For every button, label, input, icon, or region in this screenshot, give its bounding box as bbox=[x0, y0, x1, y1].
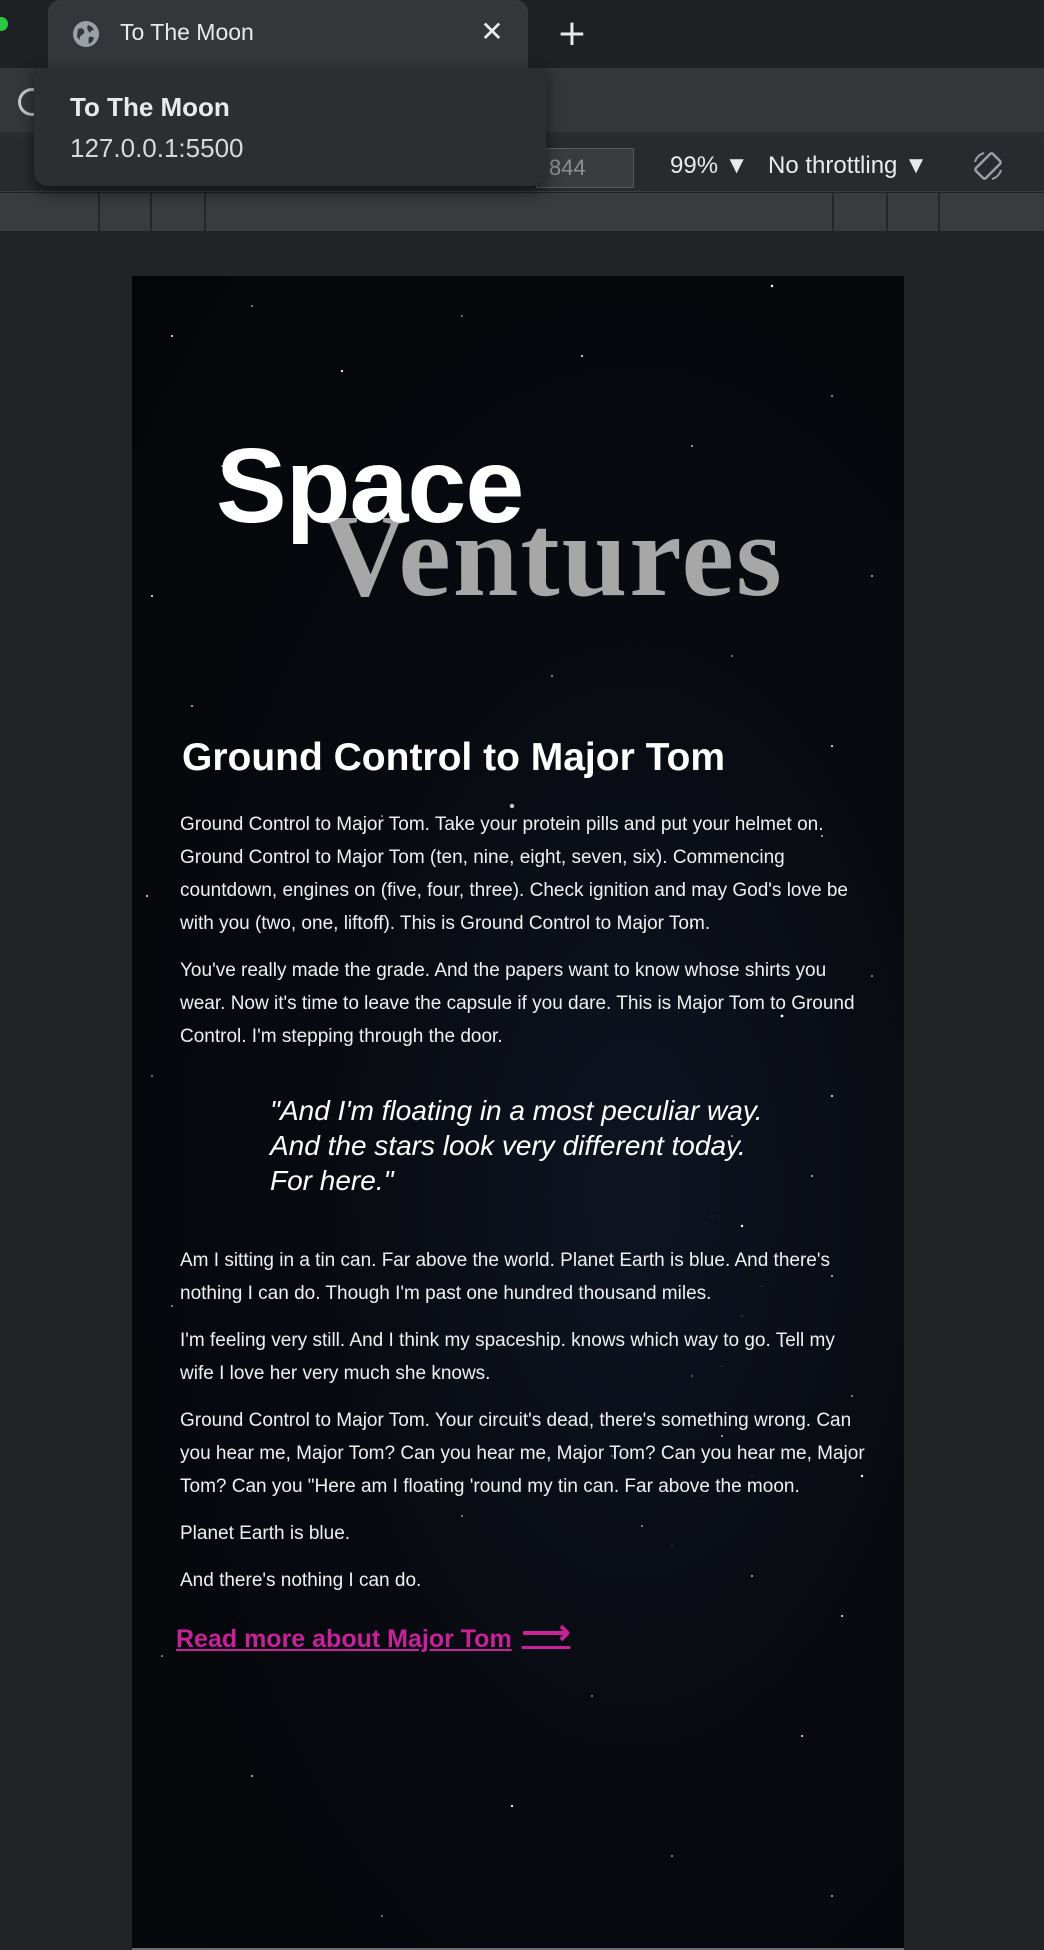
hover-card-title: To The Moon bbox=[70, 92, 230, 122]
browser-tab[interactable]: To The Moon ✕ bbox=[48, 0, 528, 68]
window-maximize-dot[interactable] bbox=[0, 17, 8, 31]
ruler-segment[interactable] bbox=[206, 193, 834, 231]
article: Ground Control to Major Tom Ground Contr… bbox=[176, 736, 870, 1659]
ruler-segment[interactable] bbox=[0, 193, 100, 231]
close-tab-icon[interactable]: ✕ bbox=[476, 16, 508, 48]
ruler-segment[interactable] bbox=[834, 193, 888, 231]
tab-hover-card: To The Moon 127.0.0.1:5500 bbox=[34, 68, 546, 186]
arrow-right-icon: ⟶ bbox=[521, 1614, 571, 1652]
height-input[interactable]: 844 bbox=[536, 148, 634, 188]
globe-icon bbox=[73, 21, 99, 47]
new-tab-button[interactable]: + bbox=[552, 14, 592, 54]
read-more-link[interactable]: Read more about Major Tom ⟶ bbox=[176, 1614, 570, 1659]
rotate-device-icon[interactable] bbox=[972, 150, 1004, 182]
hover-card-url: 127.0.0.1:5500 bbox=[70, 133, 244, 163]
media-query-ruler bbox=[0, 193, 1044, 231]
paragraph: Planet Earth is blue. bbox=[180, 1523, 351, 1544]
ruler-segment[interactable] bbox=[940, 193, 1044, 231]
logo-space: Space bbox=[216, 427, 524, 545]
quote-line: And the stars look very different today. bbox=[270, 1130, 746, 1161]
zoom-select[interactable]: 99% ▼ bbox=[670, 152, 748, 180]
paragraph: Am I sitting in a tin can. Far above the… bbox=[180, 1250, 830, 1304]
ruler-segment[interactable] bbox=[152, 193, 206, 231]
paragraph: Ground Control to Major Tom. Your circui… bbox=[180, 1410, 865, 1497]
article-heading: Ground Control to Major Tom bbox=[182, 736, 726, 779]
quote-line: "And I'm floating in a most peculiar way… bbox=[270, 1095, 763, 1126]
tab-title: To The Moon bbox=[120, 19, 254, 45]
ruler-segment[interactable] bbox=[100, 193, 152, 231]
page-viewport: Ventures Space Ground Control to Major T… bbox=[132, 276, 904, 1950]
tab-strip: To The Moon ✕ + bbox=[0, 0, 1044, 68]
paragraph: Ground Control to Major Tom. Take your p… bbox=[180, 814, 848, 934]
pull-quote: "And I'm floating in a most peculiar way… bbox=[270, 1093, 870, 1198]
ruler-segment[interactable] bbox=[888, 193, 940, 231]
paragraph: And there's nothing I can do. bbox=[180, 1570, 422, 1591]
quote-line: For here." bbox=[270, 1165, 394, 1196]
paragraph: You've really made the grade. And the pa… bbox=[180, 960, 855, 1047]
read-more-label: Read more about Major Tom bbox=[176, 1624, 512, 1653]
throttling-select[interactable]: No throttling ▼ bbox=[768, 152, 928, 180]
paragraph: I'm feeling very still. And I think my s… bbox=[180, 1330, 835, 1384]
